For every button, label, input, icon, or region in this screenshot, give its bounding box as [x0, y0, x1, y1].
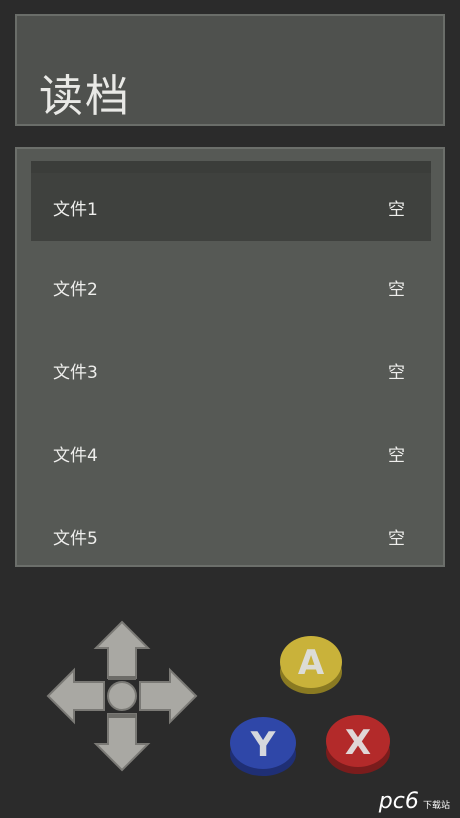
watermark: pc6 下载站: [379, 789, 450, 814]
save-slot-row[interactable]: 文件5 空: [31, 502, 431, 570]
save-slot-status: 空: [388, 279, 405, 300]
save-slot-row[interactable]: 文件4 空: [31, 419, 431, 487]
dpad-right-icon: [139, 667, 198, 725]
dpad-down-icon: [93, 713, 151, 772]
watermark-sub: 下载站: [422, 801, 450, 811]
save-slot-status: 空: [388, 199, 405, 220]
dpad-center-icon: [107, 681, 137, 711]
title-panel: 读档: [15, 14, 445, 126]
save-slot-status: 空: [388, 528, 405, 549]
save-slot-row[interactable]: 文件3 空: [31, 336, 431, 404]
save-slot-status: 空: [388, 362, 405, 383]
y-button-icon: Y: [230, 717, 296, 776]
watermark-logo: pc6: [378, 789, 419, 814]
a-button[interactable]: A: [278, 632, 344, 700]
save-slot-name: 文件5: [53, 528, 98, 549]
page-title: 读档: [39, 71, 131, 122]
a-button-icon: A: [280, 636, 342, 694]
y-button-label: Y: [250, 725, 276, 765]
y-button[interactable]: Y: [228, 712, 298, 782]
save-slot-name: 文件3: [53, 362, 98, 383]
list-top-bar: [31, 161, 431, 173]
dpad-up-icon: [93, 620, 151, 679]
save-slot-row[interactable]: 文件2 空: [31, 253, 431, 321]
a-button-label: A: [298, 643, 325, 683]
save-slot-list: 文件1 空 文件2 空 文件3 空 文件4 空 文件5 空: [15, 147, 445, 567]
save-slot-row[interactable]: 文件1 空: [31, 173, 431, 241]
dpad-icon: [46, 620, 198, 772]
x-button-icon: X: [326, 715, 390, 774]
x-button[interactable]: X: [324, 710, 392, 780]
x-button-label: X: [345, 723, 371, 763]
dpad[interactable]: [46, 620, 198, 772]
save-slot-name: 文件1: [53, 199, 98, 220]
dpad-left-icon: [46, 667, 105, 725]
save-slot-name: 文件4: [53, 445, 98, 466]
save-slot-name: 文件2: [53, 279, 98, 300]
save-slot-status: 空: [388, 445, 405, 466]
